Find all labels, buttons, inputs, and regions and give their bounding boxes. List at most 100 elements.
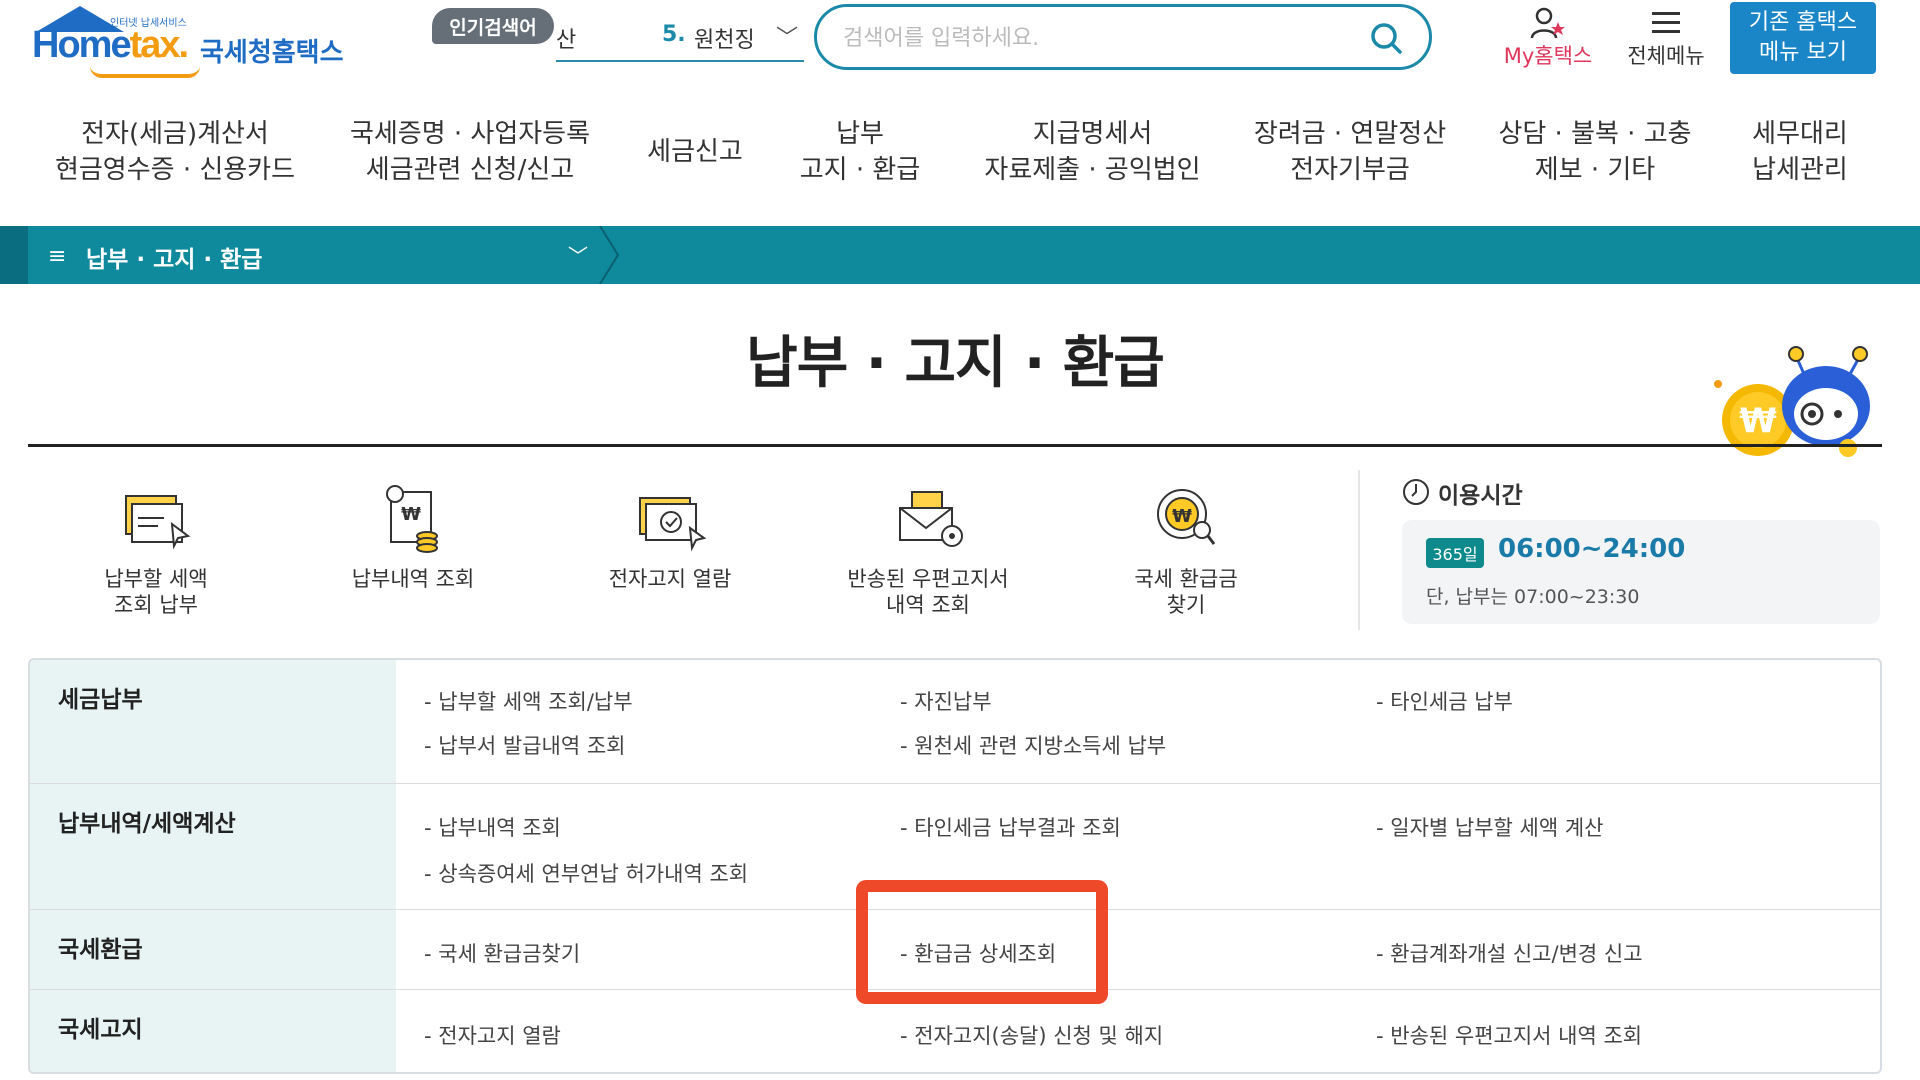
breadcrumb-edge bbox=[0, 226, 28, 284]
nav-label-line1: 세무대리 bbox=[1752, 119, 1848, 149]
user-icon bbox=[1530, 7, 1565, 39]
hours-panel: 365일 06:00~24:00 단, 납부는 07:00~23:30 bbox=[1402, 520, 1880, 624]
nav-label-line2: 전자기부금 bbox=[1290, 155, 1410, 185]
e-notice-icon bbox=[639, 497, 707, 552]
menu-row-tax-payment: 세금납부 - 납부할 세액 조회/납부 - 자진납부 - 타인세금 납부 - 납… bbox=[30, 660, 1880, 784]
menu-link[interactable]: - 타인세금 납부결과 조회 bbox=[900, 812, 1121, 842]
quick-link-label-line2: 내역 조회 bbox=[886, 593, 970, 617]
hours-badge: 365일 bbox=[1426, 538, 1484, 568]
nav-label-line2: 납세관리 bbox=[1752, 155, 1848, 185]
menu-link[interactable]: - 자진납부 bbox=[900, 686, 992, 716]
menu-link[interactable]: - 일자별 납부할 세액 계산 bbox=[1376, 812, 1603, 842]
popular-term[interactable]: 원천징 bbox=[694, 22, 755, 54]
refund-search-icon: ₩ bbox=[1157, 489, 1216, 545]
nav-label-line1: 장려금 · 연말정산 bbox=[1253, 119, 1447, 149]
popular-search-badge: 인기검색어 bbox=[432, 8, 554, 44]
nav-item-tax-filing[interactable]: 세금신고 bbox=[630, 134, 760, 170]
quick-link-tax-payment[interactable]: 납부할 세액 조회 납부 bbox=[56, 470, 256, 640]
all-menu-button[interactable]: 전체메뉴 bbox=[1614, 2, 1718, 76]
payment-history-icon: ₩ bbox=[386, 485, 438, 553]
all-menu-label: 전체메뉴 bbox=[1627, 44, 1705, 68]
quick-link-label-line1: 전자고지 열람 bbox=[608, 567, 732, 591]
quick-link-label-line2: 찾기 bbox=[1166, 593, 1206, 617]
breadcrumb-separator-icon bbox=[599, 226, 620, 284]
my-hometax-button[interactable]: My홈택스 bbox=[1496, 2, 1600, 76]
quick-link-label: 납부할 세액 조회 납부 bbox=[56, 566, 256, 618]
nav-item-certificate[interactable]: 국세증명 · 사업자등록 세금관련 신청/신고 bbox=[345, 116, 595, 188]
menu-link[interactable]: - 전자고지(송달) 신청 및 해지 bbox=[900, 1020, 1163, 1050]
menu-link[interactable]: - 납부내역 조회 bbox=[424, 812, 561, 842]
quick-link-refund-search[interactable]: ₩ 국세 환급금 찾기 bbox=[1086, 470, 1286, 640]
quick-link-label: 납부내역 조회 bbox=[313, 566, 513, 592]
header: 인터넷 납세서비스 Hometax. 국세청홈택스 인기검색어 산 5. 원천징… bbox=[0, 0, 1920, 92]
row-head-label: 국세고지 bbox=[58, 1017, 143, 1043]
svg-text:₩: ₩ bbox=[401, 504, 421, 525]
nav-label-line1: 상담 · 불복 · 고충 bbox=[1498, 119, 1692, 149]
quick-link-label-line1: 반송된 우편고지서 bbox=[847, 567, 1009, 591]
quick-link-label-line1: 납부할 세액 bbox=[104, 567, 208, 591]
my-hometax-label: My홈택스 bbox=[1503, 44, 1593, 68]
quick-link-label: 국세 환급금 찾기 bbox=[1086, 566, 1286, 618]
menu-link[interactable]: - 전자고지 열람 bbox=[424, 1020, 561, 1050]
popular-rank: 5. bbox=[662, 22, 686, 47]
row-head-label: 국세환급 bbox=[58, 937, 143, 963]
menu-link[interactable]: - 국세 환급금찾기 bbox=[424, 938, 580, 968]
popular-search-ticker[interactable]: 산 5. 원천징 ﹀ bbox=[556, 14, 804, 62]
main-nav: 전자(세금)계산서 현금영수증 · 신용카드 국세증명 · 사업자등록 세금관련… bbox=[0, 116, 1920, 200]
quick-link-payment-history[interactable]: ₩ 납부내역 조회 bbox=[313, 470, 513, 640]
logo-wordmark-prefix: Home bbox=[32, 24, 132, 66]
highlight-box bbox=[856, 880, 1108, 1004]
page-title: 납부 · 고지 · 환급 bbox=[746, 331, 1165, 396]
nav-item-e-invoice[interactable]: 전자(세금)계산서 현금영수증 · 신용카드 bbox=[50, 116, 300, 188]
popular-prev-fragment: 산 bbox=[556, 28, 577, 53]
tax-payment-icon bbox=[125, 495, 191, 550]
title-divider bbox=[28, 444, 1882, 447]
logo-wordmark-dot: . bbox=[178, 24, 189, 66]
nav-item-incentive[interactable]: 장려금 · 연말정산 전자기부금 bbox=[1240, 116, 1460, 188]
menu-link[interactable]: - 반송된 우편고지서 내역 조회 bbox=[1376, 1020, 1642, 1050]
quick-link-label: 반송된 우편고지서 내역 조회 bbox=[828, 566, 1028, 618]
nav-item-tax-agent[interactable]: 세무대리 납세관리 bbox=[1740, 116, 1860, 188]
nav-label-line1: 국세증명 · 사업자등록 bbox=[349, 119, 591, 149]
nav-item-consultation[interactable]: 상담 · 불복 · 고충 제보 · 기타 bbox=[1490, 116, 1700, 188]
quick-links: 납부할 세액 조회 납부 ₩ 납부내역 조회 전자고지 열람 반송된 우편고지서… bbox=[28, 470, 1358, 640]
quick-link-label-line1: 납부내역 조회 bbox=[351, 567, 475, 591]
old-menu-line2: 메뉴 보기 bbox=[1759, 40, 1847, 65]
menu-link[interactable]: - 납부서 발급내역 조회 bbox=[424, 730, 625, 760]
search-input[interactable] bbox=[843, 19, 1343, 57]
search-icon[interactable] bbox=[1367, 19, 1407, 59]
search-box bbox=[814, 4, 1432, 70]
hours-time: 06:00~24:00 bbox=[1498, 534, 1686, 564]
menu-link[interactable]: - 납부할 세액 조회/납부 bbox=[424, 686, 633, 716]
nav-item-payment-statement[interactable]: 지급명세서 자료제출 · 공익법인 bbox=[975, 116, 1210, 188]
quick-link-returned-mail[interactable]: 반송된 우편고지서 내역 조회 bbox=[828, 470, 1028, 640]
chevron-down-icon[interactable]: ﹀ bbox=[776, 20, 798, 52]
svg-text:₩: ₩ bbox=[1172, 506, 1192, 527]
svg-text:₩: ₩ bbox=[1739, 401, 1777, 441]
nav-label-line2: 현금영수증 · 신용카드 bbox=[54, 155, 296, 185]
quick-link-e-notice[interactable]: 전자고지 열람 bbox=[570, 470, 770, 640]
nav-label-line2: 자료제출 · 공익법인 bbox=[984, 155, 1201, 185]
nav-item-payment[interactable]: 납부 고지 · 환급 bbox=[790, 116, 930, 188]
nav-label-line2: 제보 · 기타 bbox=[1534, 155, 1656, 185]
menu-link[interactable]: - 원천세 관련 지방소득세 납부 bbox=[900, 730, 1166, 760]
menu-link[interactable]: - 환급계좌개설 신고/변경 신고 bbox=[1376, 938, 1643, 968]
menu-link[interactable]: - 타인세금 납부 bbox=[1376, 686, 1513, 716]
quick-divider bbox=[1358, 470, 1360, 630]
returned-mail-icon bbox=[899, 491, 963, 547]
breadcrumb-dropdown[interactable]: ≡ 납부 · 고지 · 환급 ﹀ bbox=[28, 226, 606, 284]
menu-link[interactable]: - 상속증여세 연부연납 허가내역 조회 bbox=[424, 858, 748, 888]
clock-icon bbox=[1403, 479, 1429, 505]
old-hometax-menu-button[interactable]: 기존 홈택스 메뉴 보기 bbox=[1730, 2, 1876, 74]
nav-label-line1: 지급명세서 bbox=[1032, 119, 1153, 149]
row-head: 국세고지 bbox=[30, 990, 396, 1072]
quick-link-label-line2: 조회 납부 bbox=[114, 593, 198, 617]
menu-table: 세금납부 - 납부할 세액 조회/납부 - 자진납부 - 타인세금 납부 - 납… bbox=[28, 658, 1882, 1074]
hours-title: 이용시간 bbox=[1438, 483, 1523, 509]
logo-korean: 국세청홈택스 bbox=[200, 38, 344, 68]
row-head: 납부내역/세액계산 bbox=[30, 784, 396, 909]
quick-link-label-line1: 국세 환급금 bbox=[1134, 567, 1238, 591]
hometax-logo[interactable]: 인터넷 납세서비스 Hometax. 국세청홈택스 bbox=[30, 4, 350, 84]
chevron-down-icon: ﹀ bbox=[568, 244, 588, 268]
logo-wordmark: Hometax. bbox=[32, 24, 189, 67]
